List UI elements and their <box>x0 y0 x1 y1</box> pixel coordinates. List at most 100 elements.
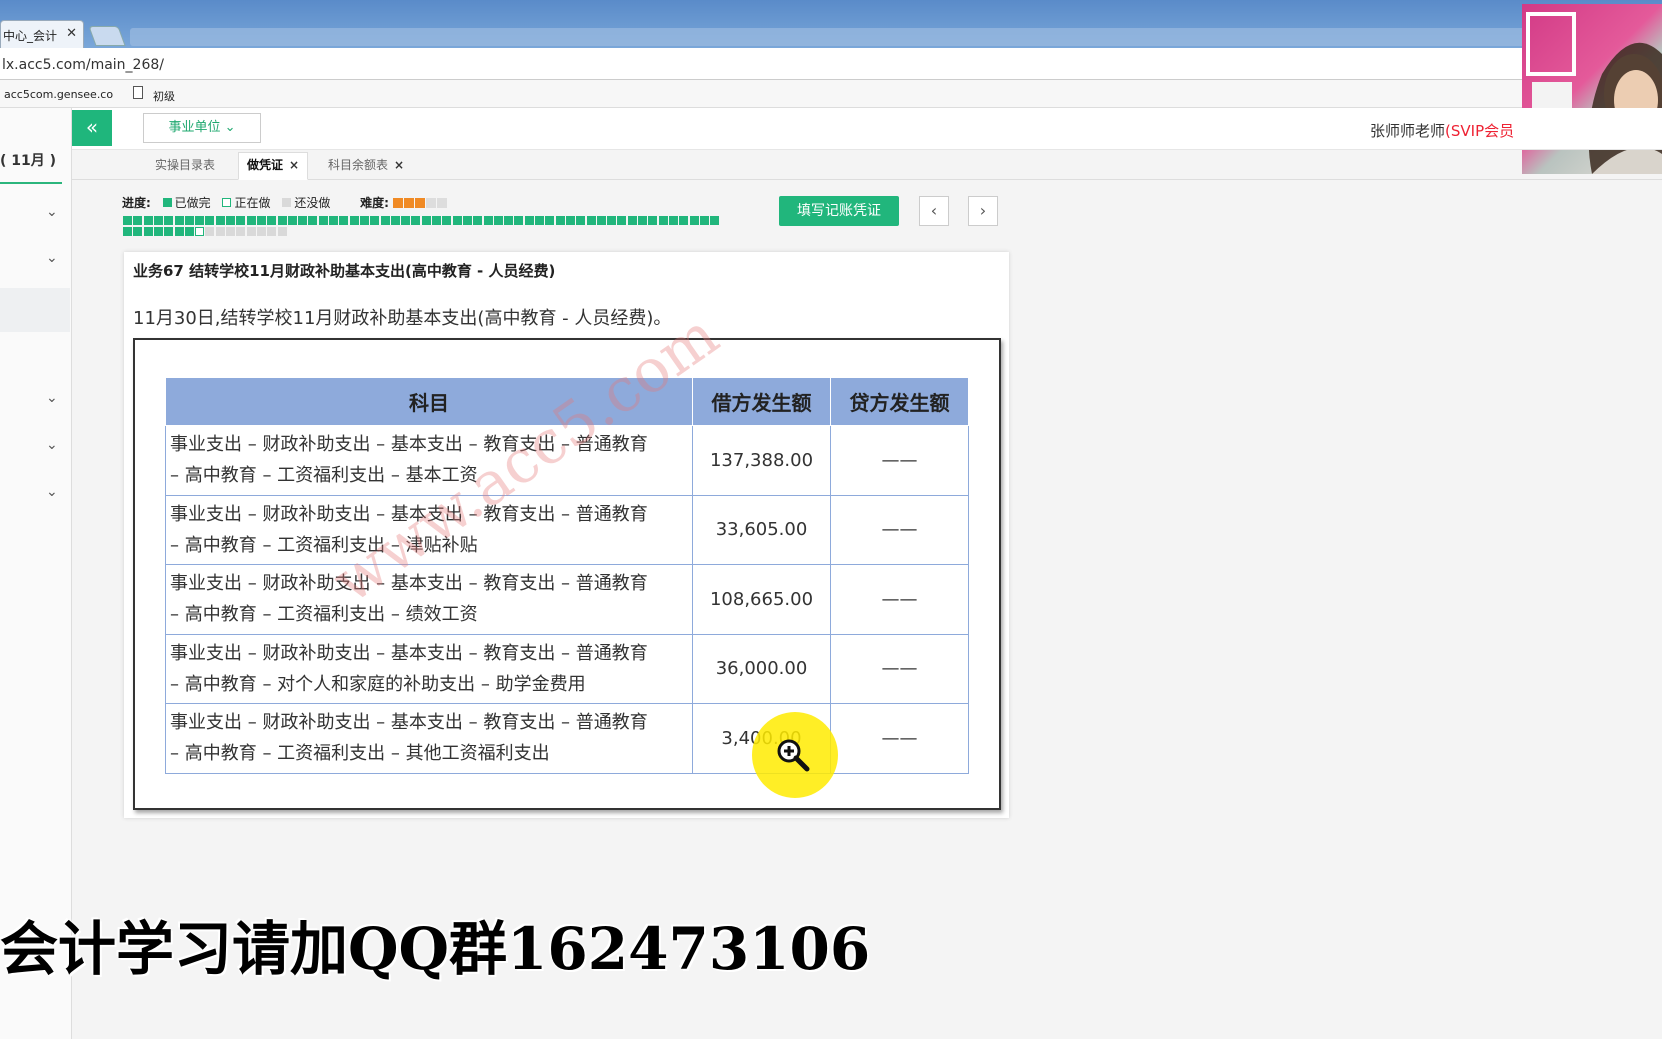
progress-cell[interactable] <box>287 216 297 225</box>
difficulty-star-icon <box>414 198 425 208</box>
progress-cell[interactable] <box>256 216 266 225</box>
tab-account-balance[interactable]: 科目余额表 × <box>328 156 404 173</box>
address-bar[interactable]: lx.acc5.com/main_268/ <box>0 48 1662 80</box>
progress-cell[interactable] <box>246 227 256 236</box>
progress-cell[interactable] <box>576 216 586 225</box>
progress-cell[interactable] <box>668 216 678 225</box>
progress-cell[interactable] <box>565 216 575 225</box>
progress-cell[interactable] <box>123 227 132 236</box>
progress-cell[interactable] <box>504 216 514 225</box>
progress-cell[interactable] <box>236 227 246 236</box>
user-info[interactable]: 张师师老师(SVIP会员 <box>1370 120 1514 141</box>
progress-cell[interactable] <box>473 216 483 225</box>
progress-cell[interactable] <box>215 227 225 236</box>
progress-cell[interactable] <box>483 216 493 225</box>
progress-cell[interactable] <box>452 216 462 225</box>
progress-cell[interactable] <box>164 227 174 236</box>
progress-cell[interactable] <box>658 216 668 225</box>
browser-tab-close-icon[interactable]: ✕ <box>66 26 77 41</box>
progress-cell[interactable] <box>421 216 431 225</box>
sidebar-chevron-down-icon[interactable]: ⌄ <box>46 250 60 266</box>
progress-cell[interactable] <box>174 216 184 225</box>
progress-cell[interactable] <box>462 216 472 225</box>
progress-cell[interactable] <box>699 216 709 225</box>
sidebar-chevron-down-icon[interactable]: ⌄ <box>46 204 60 220</box>
progress-cell[interactable] <box>256 227 266 236</box>
progress-cell[interactable] <box>442 216 452 225</box>
progress-cell[interactable] <box>153 216 163 225</box>
progress-cell[interactable] <box>380 216 390 225</box>
next-question-button[interactable]: › <box>968 196 998 226</box>
subject-line-2: – 高中教育 – 工资福利支出 – 其他工资福利支出 <box>170 743 550 765</box>
progress-cell[interactable] <box>535 216 544 225</box>
progress-cell[interactable] <box>226 216 235 225</box>
progress-cell[interactable] <box>545 216 555 225</box>
progress-cell[interactable] <box>246 216 256 225</box>
browser-tab-active[interactable]: 中心_会计 ✕ <box>0 20 84 48</box>
progress-cell[interactable] <box>123 216 132 225</box>
progress-cell[interactable] <box>143 227 153 236</box>
progress-cell[interactable] <box>390 216 400 225</box>
progress-cell[interactable] <box>277 227 287 236</box>
progress-cell[interactable] <box>648 216 658 225</box>
sidebar-chevron-down-icon[interactable]: ⌄ <box>46 437 60 453</box>
tab-make-voucher[interactable]: 做凭证 × <box>238 152 309 180</box>
doing-legend-icon <box>222 198 232 207</box>
progress-cell[interactable] <box>329 216 338 225</box>
progress-cell[interactable] <box>493 216 503 225</box>
progress-cell[interactable] <box>143 216 153 225</box>
progress-cell[interactable] <box>195 227 205 236</box>
progress-cell[interactable] <box>277 216 287 225</box>
progress-cell[interactable] <box>205 227 215 236</box>
progress-cell[interactable] <box>689 216 699 225</box>
progress-cell[interactable] <box>638 216 647 225</box>
progress-cell[interactable] <box>184 216 194 225</box>
progress-cell[interactable] <box>133 227 143 236</box>
bookmark-chuji[interactable]: 初级 <box>153 88 175 104</box>
prev-question-button[interactable]: ‹ <box>919 196 949 226</box>
progress-cell[interactable] <box>267 216 277 225</box>
progress-cell[interactable] <box>339 216 349 225</box>
progress-cell[interactable] <box>318 216 328 225</box>
progress-cell[interactable] <box>133 216 143 225</box>
sidebar-chevron-down-icon[interactable]: ⌄ <box>46 484 60 500</box>
progress-cell[interactable] <box>401 216 411 225</box>
progress-cell[interactable] <box>298 216 308 225</box>
progress-cell[interactable] <box>514 216 524 225</box>
sidebar-item-highlight[interactable] <box>0 288 70 332</box>
progress-cell[interactable] <box>627 216 637 225</box>
progress-cell[interactable] <box>586 216 596 225</box>
progress-cell[interactable] <box>524 216 534 225</box>
progress-cell[interactable] <box>205 216 215 225</box>
progress-cell[interactable] <box>370 216 380 225</box>
progress-cell[interactable] <box>267 227 277 236</box>
progress-cell[interactable] <box>215 216 225 225</box>
progress-cell[interactable] <box>349 216 359 225</box>
progress-cell[interactable] <box>411 216 421 225</box>
progress-cell[interactable] <box>195 216 205 225</box>
fill-voucher-button[interactable]: 填写记账凭证 <box>779 196 899 226</box>
progress-cell[interactable] <box>432 216 441 225</box>
progress-cell[interactable] <box>236 216 246 225</box>
progress-cell[interactable] <box>308 216 318 225</box>
progress-grid <box>123 216 723 238</box>
tab-close-icon[interactable]: × <box>289 158 299 172</box>
unit-type-select[interactable]: 事业单位 ⌄ <box>143 113 261 143</box>
progress-cell[interactable] <box>153 227 163 236</box>
sidebar-chevron-down-icon[interactable]: ⌄ <box>46 390 60 406</box>
progress-cell[interactable] <box>617 216 627 225</box>
progress-cell[interactable] <box>226 227 235 236</box>
progress-cell[interactable] <box>710 216 720 225</box>
tab-close-icon[interactable]: × <box>394 158 404 172</box>
progress-cell[interactable] <box>164 216 174 225</box>
progress-cell[interactable] <box>184 227 194 236</box>
progress-cell[interactable] <box>359 216 369 225</box>
tab-practice-catalog[interactable]: 实操目录表 <box>155 156 215 173</box>
progress-cell[interactable] <box>679 216 689 225</box>
progress-cell[interactable] <box>174 227 184 236</box>
progress-cell[interactable] <box>555 216 565 225</box>
progress-cell[interactable] <box>596 216 606 225</box>
collapse-sidebar-button[interactable]: « <box>72 110 112 146</box>
progress-cell[interactable] <box>607 216 617 225</box>
bookmark-acc5-gensee[interactable]: acc5com.gensee.co <box>4 88 113 101</box>
